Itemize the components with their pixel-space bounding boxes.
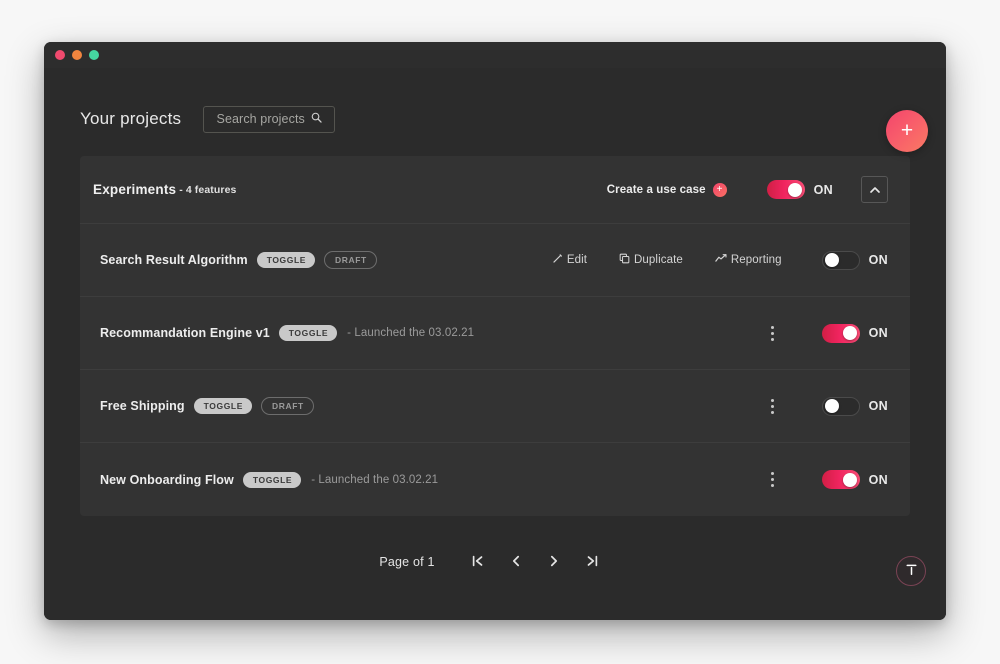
feature-launch-note: - Launched the 03.02.21 (311, 473, 439, 486)
toggle-label: ON (813, 182, 833, 197)
duplicate-label: Duplicate (634, 254, 683, 266)
project-header-actions: Create a use case + ON (607, 176, 888, 203)
feature-row-actions: ON (764, 468, 888, 492)
collapse-project-button[interactable] (861, 176, 888, 203)
feature-badge-type: TOGGLE (278, 325, 338, 341)
toggle-label: ON (868, 326, 888, 340)
window-titlebar (44, 42, 946, 68)
project-master-toggle[interactable]: ON (766, 180, 833, 199)
minimize-window-button[interactable] (72, 50, 82, 60)
toggle-switch (821, 323, 860, 343)
pencil-icon (552, 253, 563, 267)
feature-row-actions: ON (764, 394, 888, 418)
toggle-label: ON (868, 253, 888, 267)
feature-row: New Onboarding Flow TOGGLE - Launched th… (80, 443, 910, 516)
feature-toggle[interactable]: ON (821, 396, 888, 416)
feature-toggle[interactable]: ON (821, 250, 888, 270)
edit-feature-button[interactable]: Edit (552, 253, 587, 267)
maximize-window-button[interactable] (89, 50, 99, 60)
plus-circle-icon: + (712, 182, 727, 197)
last-page-button[interactable] (573, 547, 611, 577)
toggle-switch (821, 250, 860, 270)
toggle-label: ON (868, 399, 888, 413)
search-icon (311, 110, 322, 128)
feature-row-actions: Edit Duplicate Reporting ON (552, 250, 888, 270)
feature-toggle[interactable]: ON (821, 323, 888, 343)
search-input[interactable]: Search projects (203, 105, 336, 133)
chevron-up-icon (869, 182, 881, 197)
feature-name: Search Result Algorithm (100, 253, 248, 267)
toggle-label: ON (868, 472, 888, 487)
close-window-button[interactable] (55, 50, 65, 60)
duplicate-feature-button[interactable]: Duplicate (619, 253, 683, 267)
feature-badge-type: TOGGLE (242, 471, 302, 488)
project-features-count: - 4 features (179, 183, 237, 196)
toggle-switch (766, 180, 805, 199)
feature-badge-type: TOGGLE (193, 398, 252, 414)
chevron-left-icon (509, 554, 523, 571)
feature-launch-note: - Launched the 03.02.21 (347, 327, 475, 339)
feature-name: New Onboarding Flow (100, 472, 234, 487)
feature-row: Search Result Algorithm TOGGLE DRAFT Edi… (80, 224, 910, 297)
feature-name: Free Shipping (100, 399, 185, 413)
feature-row-actions: ON (764, 321, 888, 345)
window-content: Your projects Search projects + Experime… (44, 68, 946, 620)
feature-row: Recommandation Engine v1 TOGGLE - Launch… (80, 297, 910, 370)
trending-up-icon (715, 253, 727, 267)
kebab-menu-icon[interactable] (764, 394, 782, 418)
kebab-menu-icon[interactable] (764, 321, 782, 345)
add-project-button[interactable]: + (886, 110, 928, 152)
feature-badge-status: DRAFT (324, 251, 377, 269)
project-name: Experiments (93, 182, 177, 197)
create-use-case-button[interactable]: Create a use case + (606, 182, 727, 197)
project-card-experiments: Experiments - 4 features Create a use ca… (80, 156, 910, 516)
kebab-menu-icon[interactable] (764, 468, 782, 492)
reporting-feature-button[interactable]: Reporting (715, 253, 782, 267)
plus-icon: + (900, 118, 914, 142)
reporting-label: Reporting (730, 254, 782, 266)
edit-label: Edit (566, 254, 588, 266)
project-card-header: Experiments - 4 features Create a use ca… (80, 156, 910, 224)
feature-name: Recommandation Engine v1 (100, 326, 270, 340)
feature-badge-type: TOGGLE (256, 252, 316, 268)
chevron-right-icon (547, 554, 561, 571)
feature-toggle[interactable]: ON (821, 470, 888, 489)
previous-page-button[interactable] (497, 547, 535, 577)
pagination: Page of 1 (80, 516, 910, 608)
first-page-button[interactable] (459, 547, 497, 577)
first-page-icon (471, 554, 485, 571)
scroll-to-top-button[interactable] (896, 556, 926, 586)
feature-badge-status: DRAFT (260, 397, 314, 415)
toggle-switch (821, 470, 860, 489)
next-page-button[interactable] (535, 547, 573, 577)
page-indicator: Page of 1 (379, 555, 435, 569)
page-header: Your projects Search projects (80, 68, 910, 156)
copy-icon (619, 253, 630, 267)
toggle-switch (821, 396, 860, 416)
search-placeholder: Search projects (216, 112, 305, 126)
last-page-icon (585, 554, 599, 571)
scroll-to-top-icon (904, 562, 919, 580)
create-use-case-label: Create a use case (606, 183, 706, 196)
page-title: Your projects (80, 109, 182, 128)
feature-row: Free Shipping TOGGLE DRAFT ON (80, 370, 910, 443)
app-window: Your projects Search projects + Experime… (44, 42, 946, 620)
